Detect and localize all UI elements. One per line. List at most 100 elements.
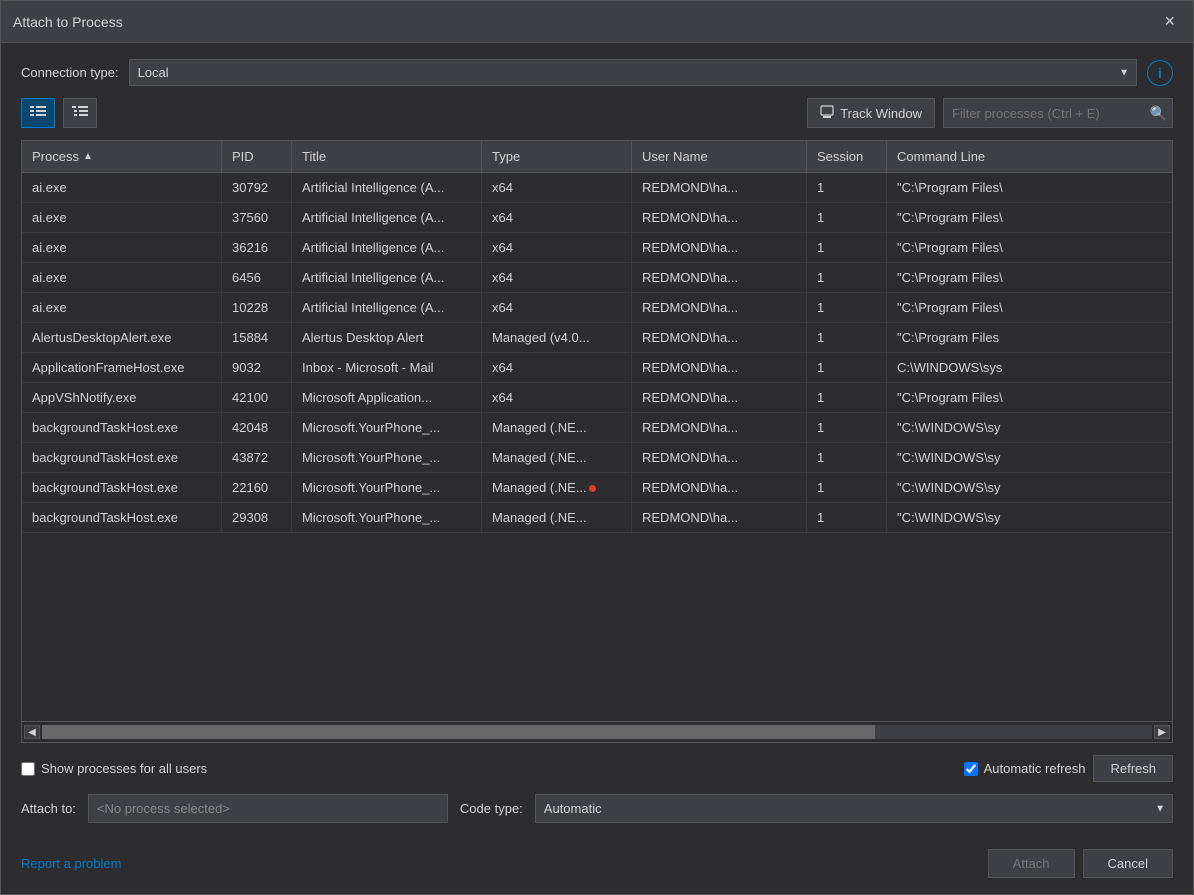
attach-to-input[interactable] [88, 794, 448, 823]
table-cell: "C:\Program Files\ [887, 173, 1172, 202]
table-cell: backgroundTaskHost.exe [22, 473, 222, 502]
show-all-users-label[interactable]: Show processes for all users [21, 761, 207, 776]
table-row[interactable]: ai.exe37560Artificial Intelligence (A...… [22, 203, 1172, 233]
table-row[interactable]: ai.exe6456Artificial Intelligence (A...x… [22, 263, 1172, 293]
bottom-options: Show processes for all users Automatic r… [21, 755, 1173, 782]
list-view-button[interactable] [21, 98, 55, 128]
table-cell: "C:\WINDOWS\sy [887, 473, 1172, 502]
table-cell: Microsoft.YourPhone_... [292, 413, 482, 442]
col-username[interactable]: User Name [632, 141, 807, 172]
table-body: ai.exe30792Artificial Intelligence (A...… [22, 173, 1172, 721]
table-row[interactable]: ai.exe30792Artificial Intelligence (A...… [22, 173, 1172, 203]
table-cell: Microsoft.YourPhone_... [292, 503, 482, 532]
table-cell: 1 [807, 323, 887, 352]
scroll-track[interactable] [42, 725, 1152, 739]
table-cell: Artificial Intelligence (A... [292, 203, 482, 232]
table-cell: x64 [482, 233, 632, 262]
cancel-button[interactable]: Cancel [1083, 849, 1173, 878]
table-cell: "C:\Program Files [887, 323, 1172, 352]
table-cell: ai.exe [22, 233, 222, 262]
show-all-users-checkbox[interactable] [21, 762, 35, 776]
scroll-left-button[interactable]: ◀ [24, 725, 40, 739]
table-row[interactable]: ApplicationFrameHost.exe9032Inbox - Micr… [22, 353, 1172, 383]
attach-to-row: Attach to: Code type: Automatic [21, 794, 1173, 823]
table-cell: C:\WINDOWS\sys [887, 353, 1172, 382]
table-row[interactable]: ai.exe10228Artificial Intelligence (A...… [22, 293, 1172, 323]
code-type-label: Code type: [460, 801, 523, 816]
col-title[interactable]: Title [292, 141, 482, 172]
code-type-select[interactable]: Automatic [535, 794, 1173, 823]
table-cell: 29308 [222, 503, 292, 532]
auto-refresh-checkbox[interactable] [964, 762, 978, 776]
close-button[interactable]: × [1158, 9, 1181, 34]
dialog-content: Connection type: Local i [1, 43, 1193, 839]
table-cell: "C:\WINDOWS\sy [887, 503, 1172, 532]
footer-row: Report a problem Attach Cancel [1, 839, 1193, 894]
col-pid[interactable]: PID [222, 141, 292, 172]
attach-button[interactable]: Attach [988, 849, 1075, 878]
table-row[interactable]: backgroundTaskHost.exe29308Microsoft.You… [22, 503, 1172, 533]
toolbar-row: Track Window 🔍 [21, 98, 1173, 128]
table-row[interactable]: backgroundTaskHost.exe42048Microsoft.You… [22, 413, 1172, 443]
table-cell: backgroundTaskHost.exe [22, 413, 222, 442]
table-cell: 1 [807, 263, 887, 292]
tree-view-button[interactable] [63, 98, 97, 128]
table-cell: 1 [807, 443, 887, 472]
scroll-right-button[interactable]: ▶ [1154, 725, 1170, 739]
table-cell: AlertusDesktopAlert.exe [22, 323, 222, 352]
table-cell: 1 [807, 413, 887, 442]
table-header: Process ▲ PID Title Type User Name Sessi… [22, 141, 1172, 173]
table-cell: Artificial Intelligence (A... [292, 293, 482, 322]
table-cell: Microsoft.YourPhone_... [292, 443, 482, 472]
table-cell: Managed (.NE... [482, 443, 632, 472]
table-cell: 1 [807, 203, 887, 232]
filter-wrapper: 🔍 [943, 98, 1173, 128]
table-cell: Microsoft Application... [292, 383, 482, 412]
col-session[interactable]: Session [807, 141, 887, 172]
table-cell: Managed (v4.0... [482, 323, 632, 352]
auto-refresh-label[interactable]: Automatic refresh [964, 761, 1086, 776]
table-cell: Alertus Desktop Alert [292, 323, 482, 352]
table-cell: REDMOND\ha... [632, 443, 807, 472]
attach-to-label: Attach to: [21, 801, 76, 816]
report-problem-link[interactable]: Report a problem [21, 856, 121, 871]
table-cell: x64 [482, 263, 632, 292]
table-cell: ai.exe [22, 293, 222, 322]
filter-input[interactable] [943, 98, 1173, 128]
col-process[interactable]: Process ▲ [22, 141, 222, 172]
tree-view-icon [72, 105, 88, 122]
table-cell: Inbox - Microsoft - Mail [292, 353, 482, 382]
table-cell: 1 [807, 473, 887, 502]
table-cell: "C:\WINDOWS\sy [887, 413, 1172, 442]
table-cell: 1 [807, 233, 887, 262]
table-cell: 9032 [222, 353, 292, 382]
horizontal-scrollbar[interactable]: ◀ ▶ [22, 721, 1172, 742]
table-row[interactable]: AlertusDesktopAlert.exe15884Alertus Desk… [22, 323, 1172, 353]
table-cell: AppVShNotify.exe [22, 383, 222, 412]
track-window-button[interactable]: Track Window [807, 98, 935, 128]
table-cell: 6456 [222, 263, 292, 292]
table-cell: x64 [482, 203, 632, 232]
table-cell: REDMOND\ha... [632, 353, 807, 382]
title-bar: Attach to Process × [1, 1, 1193, 43]
refresh-button[interactable]: Refresh [1093, 755, 1173, 782]
table-cell: Microsoft.YourPhone_... [292, 473, 482, 502]
table-row[interactable]: backgroundTaskHost.exe43872Microsoft.You… [22, 443, 1172, 473]
code-type-wrapper: Automatic [535, 794, 1173, 823]
table-cell: 37560 [222, 203, 292, 232]
table-cell: 42100 [222, 383, 292, 412]
connection-type-select[interactable]: Local [129, 59, 1137, 86]
list-view-icon [30, 105, 46, 122]
info-button[interactable]: i [1147, 60, 1173, 86]
table-row[interactable]: ai.exe36216Artificial Intelligence (A...… [22, 233, 1172, 263]
col-type[interactable]: Type [482, 141, 632, 172]
table-cell: x64 [482, 293, 632, 322]
table-row[interactable]: AppVShNotify.exe42100Microsoft Applicati… [22, 383, 1172, 413]
table-row[interactable]: backgroundTaskHost.exe22160Microsoft.You… [22, 473, 1172, 503]
table-cell: ApplicationFrameHost.exe [22, 353, 222, 382]
connection-type-label: Connection type: [21, 65, 119, 80]
table-cell: REDMOND\ha... [632, 383, 807, 412]
col-cmdline[interactable]: Command Line [887, 141, 1172, 172]
table-cell: REDMOND\ha... [632, 203, 807, 232]
process-table: Process ▲ PID Title Type User Name Sessi… [21, 140, 1173, 743]
